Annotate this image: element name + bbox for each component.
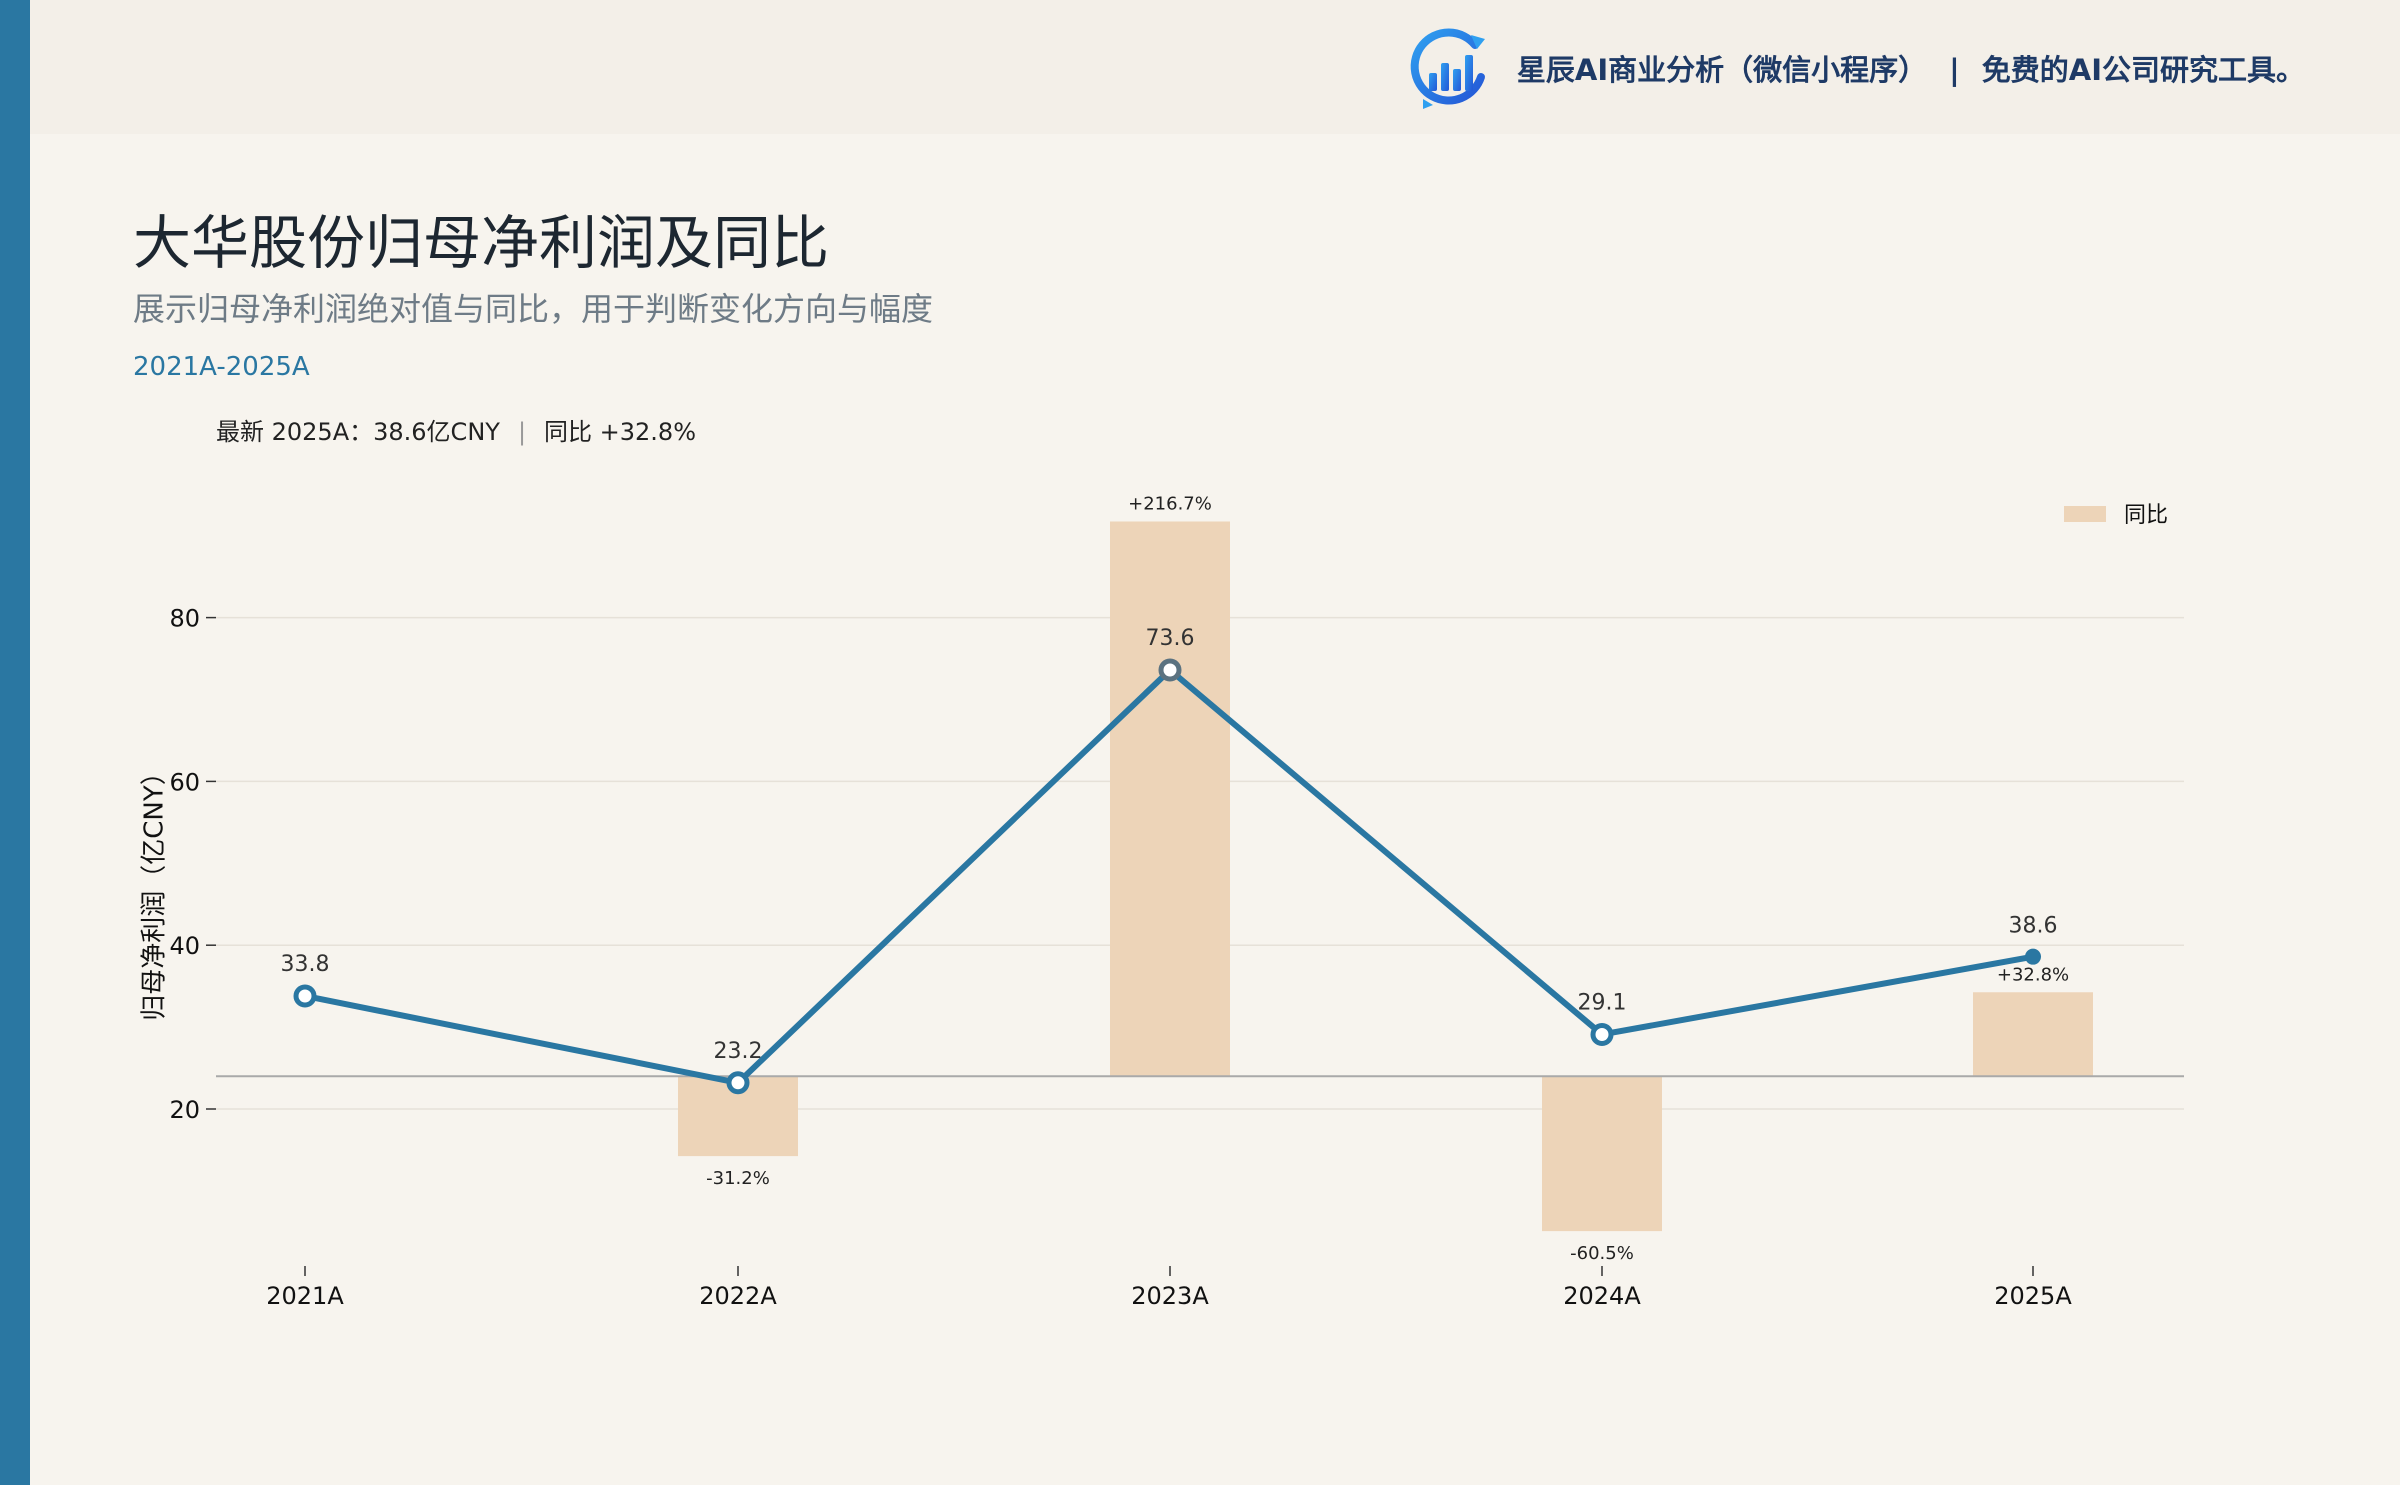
net-profit-chart: 20 40 60 80 -31.2% +216.7% -60.5% +32.8% 33.8 23.… <box>169 493 2184 1310</box>
yoy-label: +32.8% <box>1997 964 2069 985</box>
x-tick-label: 2021A <box>266 1282 344 1310</box>
data-point <box>2025 948 2041 965</box>
data-label: 29.1 <box>1578 990 1627 1015</box>
x-tick-label: 2025A <box>1994 1282 2072 1310</box>
legend-label: 同比 <box>2124 503 2168 528</box>
data-label: 23.2 <box>714 1039 763 1064</box>
yoy-label: -31.2% <box>706 1168 770 1189</box>
y-axis-label: 归母净利润（亿CNY） <box>139 759 170 1021</box>
x-tick-label: 2022A <box>699 1282 777 1310</box>
data-label: 73.6 <box>1146 626 1195 651</box>
data-point <box>293 984 317 1008</box>
data-label: 33.8 <box>281 952 330 977</box>
y-tick-label: 40 <box>169 932 200 960</box>
legend-swatch <box>2064 506 2106 522</box>
data-label: 38.6 <box>2009 914 2058 939</box>
y-tick-label: 80 <box>169 605 200 633</box>
yoy-bar <box>1110 521 1230 1077</box>
yoy-label: +216.7% <box>1128 493 1212 514</box>
x-tick-label: 2024A <box>1563 1282 1641 1310</box>
data-point <box>1590 1022 1614 1046</box>
yoy-label: -60.5% <box>1570 1243 1634 1264</box>
y-tick-label: 60 <box>169 768 200 796</box>
yoy-bar <box>1542 1076 1662 1232</box>
data-point <box>1158 658 1182 682</box>
yoy-bar <box>1973 992 2093 1077</box>
x-tick-label: 2023A <box>1131 1282 1209 1310</box>
y-tick-label: 20 <box>169 1096 200 1124</box>
data-point <box>726 1071 750 1095</box>
